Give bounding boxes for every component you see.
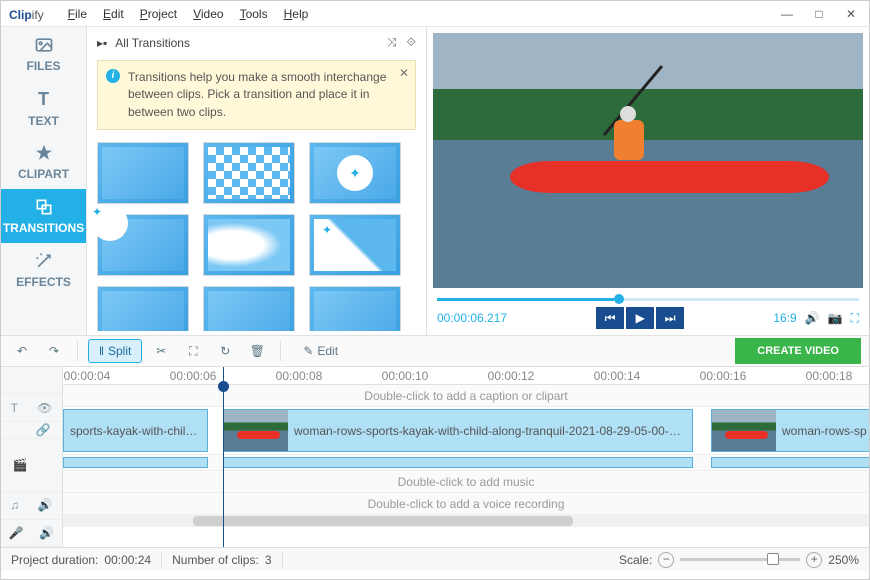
menu-video[interactable]: Video <box>193 7 223 21</box>
scale-label: Scale: <box>619 553 652 567</box>
scale-value: 250% <box>828 553 859 567</box>
music-track-head[interactable]: ♫🔊 <box>1 492 62 519</box>
zoom-out-button[interactable]: − <box>658 552 674 568</box>
time-ruler[interactable]: 00:00:04 00:00:06 00:00:08 00:00:10 00:0… <box>63 367 869 385</box>
delete-button[interactable]: 🗑 <box>244 339 270 363</box>
timecode: 00:00:06.217 <box>437 311 507 325</box>
edit-button[interactable]: ✎ Edit <box>291 339 350 363</box>
play-all-icon[interactable]: ▸▪ <box>97 36 107 50</box>
minimize-button[interactable]: — <box>777 7 797 21</box>
undo-button[interactable]: ↶ <box>9 339 35 363</box>
horizontal-scrollbar[interactable] <box>63 515 869 527</box>
maximize-button[interactable]: □ <box>809 7 829 21</box>
clip[interactable]: woman-rows-sp <box>711 409 869 452</box>
menu-file[interactable]: File <box>68 7 87 21</box>
close-info-icon[interactable]: ✕ <box>399 65 409 82</box>
tab-transitions[interactable]: TRANSITIONS <box>1 189 86 243</box>
prev-button[interactable]: ⏮ <box>596 307 624 329</box>
project-duration-label: Project duration: <box>11 553 98 567</box>
transitions-grid <box>87 136 426 331</box>
next-button[interactable]: ⏭ <box>656 307 684 329</box>
transition-thumb[interactable] <box>309 286 401 331</box>
video-preview[interactable] <box>433 33 863 288</box>
tab-files[interactable]: FILES <box>1 27 86 81</box>
transition-thumb[interactable] <box>203 214 295 276</box>
audio-strip-track[interactable] <box>63 455 869 471</box>
info-icon: i <box>106 69 120 83</box>
clip[interactable]: sports-kayak-with-child-along- <box>63 409 208 452</box>
caption-track[interactable]: Double-click to add a caption or clipart <box>63 385 869 407</box>
snapshot-icon[interactable]: 📷 <box>828 311 843 325</box>
split-button[interactable]: ǁ Split <box>88 339 142 363</box>
link-icon[interactable]: 🔗 <box>36 423 51 437</box>
play-button[interactable]: ▶ <box>626 307 654 329</box>
zoom-in-button[interactable]: + <box>806 552 822 568</box>
transition-thumb[interactable] <box>97 142 189 204</box>
project-duration: 00:00:24 <box>104 553 151 567</box>
clip[interactable]: woman-rows-sports-kayak-with-child-along… <box>223 409 693 452</box>
seek-bar[interactable] <box>437 298 859 301</box>
transition-thumb[interactable] <box>309 142 401 204</box>
music-track[interactable]: Double-click to add music <box>63 471 869 493</box>
tab-effects[interactable]: EFFECTS <box>1 243 86 297</box>
create-video-button[interactable]: CREATE VIDEO <box>735 338 861 364</box>
redo-button[interactable]: ↷ <box>41 339 67 363</box>
volume-icon[interactable]: 🔊 <box>805 311 820 325</box>
transition-thumb[interactable] <box>97 286 189 331</box>
playhead[interactable] <box>223 367 224 547</box>
zoom-slider[interactable] <box>680 558 800 561</box>
menu-help[interactable]: Help <box>284 7 309 21</box>
close-button[interactable]: ✕ <box>841 7 861 21</box>
cut-button[interactable]: ✂ <box>148 339 174 363</box>
apply-all-icon[interactable]: ⟐ <box>407 35 416 50</box>
visibility-icon[interactable]: 👁 <box>37 401 52 415</box>
info-banner: i Transitions help you make a smooth int… <box>97 60 416 130</box>
video-track-head[interactable]: 🎬 <box>1 439 62 493</box>
tab-text[interactable]: TTEXT <box>1 81 86 135</box>
shuffle-icon[interactable]: ⤨ <box>387 35 397 50</box>
transition-thumb[interactable] <box>97 214 189 276</box>
volume-icon[interactable]: 🔊 <box>38 498 53 512</box>
video-track[interactable]: sports-kayak-with-child-along- woman-row… <box>63 407 869 455</box>
rotate-button[interactable]: ↻ <box>212 339 238 363</box>
voice-track-head[interactable]: 🎤🔊 <box>1 520 62 547</box>
voice-track[interactable]: Double-click to add a voice recording <box>63 493 869 515</box>
app-logo: Clipify <box>9 6 44 22</box>
clip-count: 3 <box>265 553 272 567</box>
menu-project[interactable]: Project <box>140 7 177 21</box>
transition-thumb[interactable] <box>203 286 295 331</box>
menu-edit[interactable]: Edit <box>103 7 124 21</box>
crop-button[interactable]: ⛶ <box>180 339 206 363</box>
tab-clipart[interactable]: CLIPART <box>1 135 86 189</box>
clip-count-label: Number of clips: <box>172 553 259 567</box>
menu-bar: File Edit Project Video Tools Help <box>68 7 309 21</box>
volume-icon[interactable]: 🔊 <box>39 526 54 540</box>
caption-track-head[interactable]: T👁 <box>1 394 62 421</box>
fullscreen-icon[interactable]: ⛶ <box>851 311 859 326</box>
aspect-ratio[interactable]: 16:9 <box>773 311 796 325</box>
panel-title: All Transitions <box>115 36 190 50</box>
transition-thumb[interactable] <box>309 214 401 276</box>
menu-tools[interactable]: Tools <box>240 7 268 21</box>
transition-thumb[interactable] <box>203 142 295 204</box>
